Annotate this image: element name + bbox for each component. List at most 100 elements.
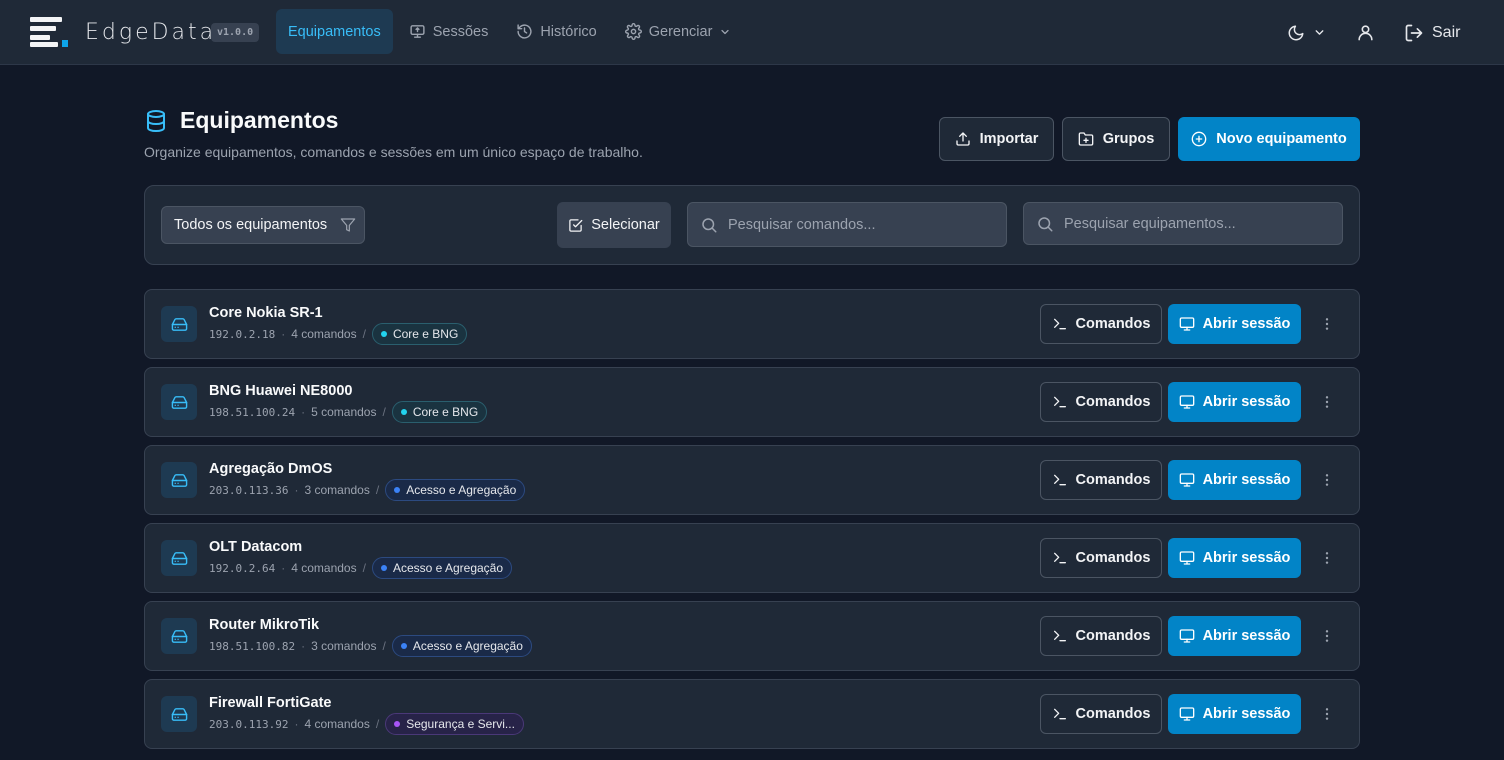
plus-circle-icon xyxy=(1191,131,1207,147)
group-tag[interactable]: Core e BNG xyxy=(371,323,468,345)
meta-separator: / xyxy=(375,717,380,731)
terminal-icon xyxy=(1053,708,1066,720)
commands-button[interactable]: Comandos xyxy=(1040,382,1162,422)
open-session-button[interactable]: Abrir sessão xyxy=(1168,382,1301,422)
nav-equipamentos[interactable]: Equipamentos xyxy=(276,9,393,54)
device-ip: 198.51.100.82 xyxy=(209,639,296,653)
gear-icon xyxy=(624,23,642,40)
meta-separator: · xyxy=(281,327,286,341)
device-actions: Comandos Abrir sessão xyxy=(1040,304,1347,344)
monitor-icon xyxy=(1179,395,1194,409)
open-session-button[interactable]: Abrir sessão xyxy=(1168,460,1301,500)
logout-button[interactable]: Sair xyxy=(1404,0,1460,65)
meta-separator: / xyxy=(362,327,366,341)
search-commands-input[interactable] xyxy=(728,216,988,233)
theme-toggle[interactable] xyxy=(1287,0,1326,65)
open-session-button[interactable]: Abrir sessão xyxy=(1168,304,1301,344)
hard-drive-icon xyxy=(171,473,187,487)
device-icon-box xyxy=(161,384,197,420)
import-button[interactable]: Importar xyxy=(939,117,1054,161)
device-card: Agregação DmOS 203.0.113.36 · 3 comandos… xyxy=(144,445,1360,515)
more-options-button[interactable] xyxy=(1307,538,1347,578)
monitor-icon xyxy=(1179,317,1194,331)
more-options-button[interactable] xyxy=(1307,304,1347,344)
group-filter-select[interactable]: Todos os equipamentos xyxy=(161,206,365,244)
folder-plus-icon xyxy=(1078,132,1094,146)
more-vertical-icon xyxy=(1325,630,1329,642)
version-badge: v1.0.0 xyxy=(211,23,260,42)
edgedata-logo-icon[interactable] xyxy=(30,17,68,47)
new-device-button[interactable]: Novo equipamento xyxy=(1178,117,1360,161)
commands-button[interactable]: Comandos xyxy=(1040,460,1162,500)
commands-button[interactable]: Comandos xyxy=(1040,616,1162,656)
device-ip: 192.0.2.64 xyxy=(209,561,276,575)
meta-separator: · xyxy=(281,561,286,575)
group-tag[interactable]: Acesso e Agregação xyxy=(385,479,526,501)
open-session-button[interactable]: Abrir sessão xyxy=(1168,694,1301,734)
database-icon xyxy=(147,109,165,132)
commands-button[interactable]: Comandos xyxy=(1040,538,1162,578)
commands-button[interactable]: Comandos xyxy=(1040,694,1162,734)
search-devices-input[interactable] xyxy=(1064,215,1324,232)
commands-label: Comandos xyxy=(1075,316,1151,332)
device-name: OLT Datacom xyxy=(209,539,303,555)
open-session-button[interactable]: Abrir sessão xyxy=(1168,616,1301,656)
meta-separator: · xyxy=(301,639,306,653)
nav-sessoes[interactable]: Sessões xyxy=(397,9,501,54)
device-icon-box xyxy=(161,462,197,498)
more-options-button[interactable] xyxy=(1307,616,1347,656)
search-icon xyxy=(702,217,717,232)
monitor-icon xyxy=(1179,707,1194,721)
group-tag[interactable]: Core e BNG xyxy=(391,401,488,423)
device-actions: Comandos Abrir sessão xyxy=(1040,616,1347,656)
device-ip: 192.0.2.18 xyxy=(209,327,276,341)
more-vertical-icon xyxy=(1325,708,1329,720)
meta-separator: · xyxy=(294,483,299,497)
device-icon-box xyxy=(161,540,197,576)
open-session-label: Abrir sessão xyxy=(1202,394,1291,410)
group-filter-value: Todos os equipamentos xyxy=(174,217,328,233)
device-name: Firewall FortiGate xyxy=(209,695,332,711)
device-meta: 198.51.100.24 · 5 comandos / Core e BNG xyxy=(209,401,488,423)
commands-label: Comandos xyxy=(1075,706,1151,722)
main-nav: Equipamentos Sessões Histórico Gerenciar xyxy=(276,9,747,54)
more-options-button[interactable] xyxy=(1307,694,1347,734)
select-label: Selecionar xyxy=(591,217,660,233)
device-card: OLT Datacom 192.0.2.64 · 4 comandos / Ac… xyxy=(144,523,1360,593)
device-ip: 203.0.113.36 xyxy=(209,483,289,497)
select-button[interactable]: Selecionar xyxy=(557,202,671,248)
nav-historico[interactable]: Histórico xyxy=(504,9,608,54)
meta-separator: · xyxy=(301,405,306,419)
group-tag[interactable]: Acesso e Agregação xyxy=(371,557,513,579)
group-tag-label: Segurança e Servi... xyxy=(406,717,515,731)
device-command-count: 4 comandos xyxy=(291,561,357,575)
commands-button[interactable]: Comandos xyxy=(1040,304,1162,344)
more-options-button[interactable] xyxy=(1307,460,1347,500)
device-icon-box xyxy=(161,306,197,342)
meta-separator: / xyxy=(375,483,380,497)
page-header: Equipamentos xyxy=(144,107,338,134)
commands-label: Comandos xyxy=(1075,628,1151,644)
device-actions: Comandos Abrir sessão xyxy=(1040,460,1347,500)
user-icon xyxy=(1358,25,1373,41)
group-tag-dot xyxy=(400,643,407,649)
group-tag[interactable]: Segurança e Servi... xyxy=(385,713,524,735)
chevron-down-icon xyxy=(721,29,730,34)
device-card: Router MikroTik 198.51.100.82 · 3 comand… xyxy=(144,601,1360,671)
nav-gerenciar[interactable]: Gerenciar xyxy=(613,9,744,54)
device-command-count: 3 comandos xyxy=(311,639,377,653)
import-label: Importar xyxy=(979,131,1039,147)
user-button[interactable] xyxy=(1356,0,1375,65)
group-tag-label: Acesso e Agregação xyxy=(406,483,517,497)
group-tag[interactable]: Acesso e Agregação xyxy=(391,635,532,657)
more-options-button[interactable] xyxy=(1307,382,1347,422)
group-tag-dot xyxy=(380,331,387,337)
brand-name[interactable]: EdgeData xyxy=(85,20,216,45)
device-meta: 198.51.100.82 · 3 comandos / Acesso e Ag… xyxy=(209,635,532,657)
chevron-down-icon xyxy=(1315,30,1324,35)
open-session-button[interactable]: Abrir sessão xyxy=(1168,538,1301,578)
device-name: Agregação DmOS xyxy=(209,461,333,477)
terminal-icon xyxy=(1053,552,1066,564)
device-meta: 203.0.113.36 · 3 comandos / Acesso e Agr… xyxy=(209,479,526,501)
groups-button[interactable]: Grupos xyxy=(1062,117,1170,161)
